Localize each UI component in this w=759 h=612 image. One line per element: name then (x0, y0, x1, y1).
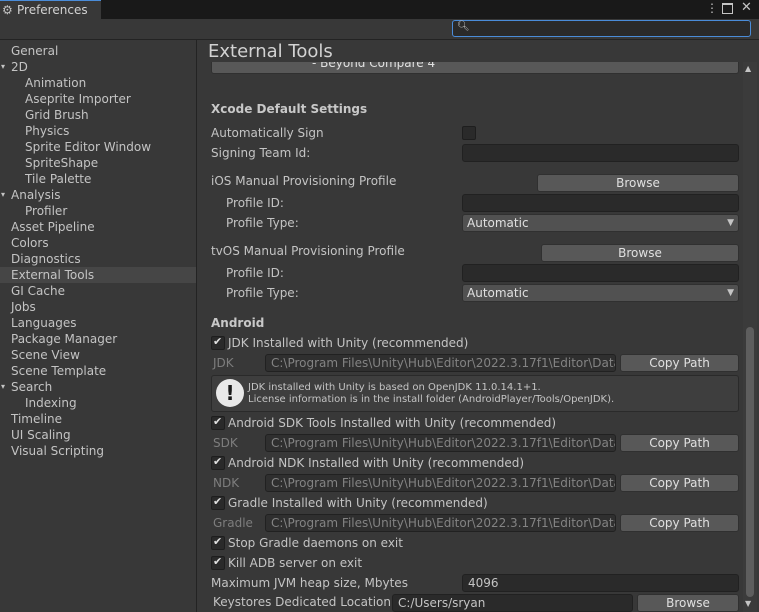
android-section-header: Android (211, 316, 265, 330)
scrollbar-thumb[interactable] (746, 327, 754, 597)
search-icon: 🔍︎ (457, 21, 470, 32)
expand-arrow-icon[interactable]: ▾ (1, 187, 5, 203)
preferences-tab[interactable]: ⚙ Preferences (0, 0, 101, 19)
sidebar-item-scene-template[interactable]: Scene Template (0, 363, 196, 379)
sidebar-item-package-manager[interactable]: Package Manager (0, 331, 196, 347)
stop-gradle-label: Stop Gradle daemons on exit (228, 536, 403, 550)
sidebar-item-sprite-editor-window[interactable]: Sprite Editor Window (0, 139, 196, 155)
sidebar-item-diagnostics[interactable]: Diagnostics (0, 251, 196, 267)
sidebar-item-animation[interactable]: Animation (0, 75, 196, 91)
sidebar-item-aseprite-importer[interactable]: Aseprite Importer (0, 91, 196, 107)
sdk-path-field: C:\Program Files\Unity\Hub\Editor\2022.3… (265, 434, 616, 452)
jdk-check-label: JDK Installed with Unity (recommended) (228, 336, 469, 350)
sdk-checkbox[interactable] (211, 415, 225, 430)
sidebar-item-jobs[interactable]: Jobs (0, 299, 196, 315)
info-icon: ! (216, 379, 244, 407)
diff-tool-dropdown-option[interactable]: - Beyond Compare 4 (211, 62, 739, 74)
tvos-profile-id-field[interactable] (462, 264, 739, 282)
ndk-path-field: C:\Program Files\Unity\Hub\Editor\2022.3… (265, 474, 616, 492)
sidebar-item-tile-palette[interactable]: Tile Palette (0, 171, 196, 187)
sidebar-item-spriteshape[interactable]: SpriteShape (0, 155, 196, 171)
sidebar-item-search[interactable]: ▾ Search (0, 379, 196, 395)
sidebar-item-gi-cache[interactable]: GI Cache (0, 283, 196, 299)
sidebar-item-colors[interactable]: Colors (0, 235, 196, 251)
sidebar-item-physics[interactable]: Physics (0, 123, 196, 139)
ios-profile-type-dropdown[interactable]: Automatic ▼ (462, 214, 739, 232)
expand-arrow-icon[interactable]: ▾ (1, 379, 5, 395)
tvos-profile-id-label: Profile ID: (226, 266, 284, 280)
gradle-label: Gradle (213, 516, 253, 530)
jdk-copy-path-button[interactable]: Copy Path (620, 354, 739, 372)
sidebar-item-indexing[interactable]: Indexing (0, 395, 196, 411)
scroll-down-icon[interactable]: ▼ (745, 599, 751, 608)
ndk-checkbox[interactable] (211, 455, 225, 470)
jdk-info-box: ! JDK installed with Unity is based on O… (211, 375, 739, 412)
tvos-profile-type-label: Profile Type: (226, 286, 299, 300)
tvos-profile-type-dropdown[interactable]: Automatic ▼ (462, 284, 739, 302)
jvm-heap-field[interactable]: 4096 (462, 574, 739, 592)
sidebar-item-profiler[interactable]: Profiler (0, 203, 196, 219)
jdk-label: JDK (213, 356, 234, 370)
tab-title: Preferences (17, 3, 88, 17)
jdk-path-field: C:\Program Files\Unity\Hub\Editor\2022.3… (265, 354, 616, 372)
xcode-section-header: Xcode Default Settings (211, 102, 368, 116)
maximize-icon[interactable] (722, 3, 733, 14)
sidebar-item-2d[interactable]: ▾ 2D (0, 59, 196, 75)
kebab-menu-icon[interactable]: ⋮ (706, 1, 718, 15)
sdk-check-label: Android SDK Tools Installed with Unity (… (228, 416, 557, 430)
ios-profile-id-label: Profile ID: (226, 196, 284, 210)
tvos-profile-label: tvOS Manual Provisioning Profile (211, 244, 405, 258)
ios-profile-label: iOS Manual Provisioning Profile (211, 174, 397, 188)
ios-browse-button[interactable]: Browse (537, 174, 739, 192)
gear-icon: ⚙ (2, 3, 13, 17)
sidebar-item-ui-scaling[interactable]: UI Scaling (0, 427, 196, 443)
title-bar: ⚙ Preferences ⋮ ✕ (0, 0, 759, 19)
preferences-sidebar: General ▾ 2D Animation Aseprite Importer … (0, 40, 197, 612)
sidebar-item-visual-scripting[interactable]: Visual Scripting (0, 443, 196, 459)
kill-adb-checkbox[interactable] (211, 555, 225, 570)
sidebar-item-timeline[interactable]: Timeline (0, 411, 196, 427)
keystores-browse-button[interactable]: Browse (637, 594, 739, 612)
ndk-check-label: Android NDK Installed with Unity (recomm… (228, 456, 525, 470)
sidebar-item-general[interactable]: General (0, 43, 196, 59)
ndk-copy-path-button[interactable]: Copy Path (620, 474, 739, 492)
sidebar-item-scene-view[interactable]: Scene View (0, 347, 196, 363)
scroll-up-icon[interactable]: ▲ (745, 64, 751, 73)
search-input[interactable] (469, 21, 747, 36)
sidebar-item-grid-brush[interactable]: Grid Brush (0, 107, 196, 123)
page-title: External Tools (208, 41, 333, 62)
ndk-label: NDK (213, 476, 240, 490)
auto-sign-checkbox[interactable] (462, 126, 476, 140)
sdk-copy-path-button[interactable]: Copy Path (620, 434, 739, 452)
signing-team-field[interactable] (462, 144, 739, 162)
ios-profile-id-field[interactable] (462, 194, 739, 212)
sidebar-item-languages[interactable]: Languages (0, 315, 196, 331)
ios-profile-type-label: Profile Type: (226, 216, 299, 230)
tvos-browse-button[interactable]: Browse (541, 244, 739, 262)
kill-adb-label: Kill ADB server on exit (228, 556, 363, 570)
auto-sign-label: Automatically Sign (211, 126, 324, 140)
keystores-field[interactable]: C:/Users/sryan (392, 594, 633, 612)
search-toolbar: 🔍︎ (0, 19, 759, 40)
sidebar-item-analysis[interactable]: ▾ Analysis (0, 187, 196, 203)
sidebar-item-asset-pipeline[interactable]: Asset Pipeline (0, 219, 196, 235)
jdk-checkbox[interactable] (211, 335, 225, 350)
gradle-check-label: Gradle Installed with Unity (recommended… (228, 496, 488, 510)
expand-arrow-icon[interactable]: ▾ (1, 59, 5, 75)
gradle-copy-path-button[interactable]: Copy Path (620, 514, 739, 532)
sidebar-item-external-tools[interactable]: External Tools (0, 267, 196, 283)
keystores-label: Keystores Dedicated Location (213, 595, 391, 609)
gradle-checkbox[interactable] (211, 495, 225, 510)
stop-gradle-checkbox[interactable] (211, 535, 225, 550)
search-field[interactable]: 🔍︎ (452, 20, 751, 37)
close-icon[interactable]: ✕ (741, 0, 752, 15)
signing-team-label: Signing Team Id: (211, 146, 311, 160)
sdk-label: SDK (213, 436, 238, 450)
chevron-down-icon: ▼ (727, 218, 734, 228)
gradle-path-field: C:\Program Files\Unity\Hub\Editor\2022.3… (265, 514, 616, 532)
jvm-heap-label: Maximum JVM heap size, Mbytes (211, 576, 408, 590)
chevron-down-icon: ▼ (727, 288, 734, 298)
